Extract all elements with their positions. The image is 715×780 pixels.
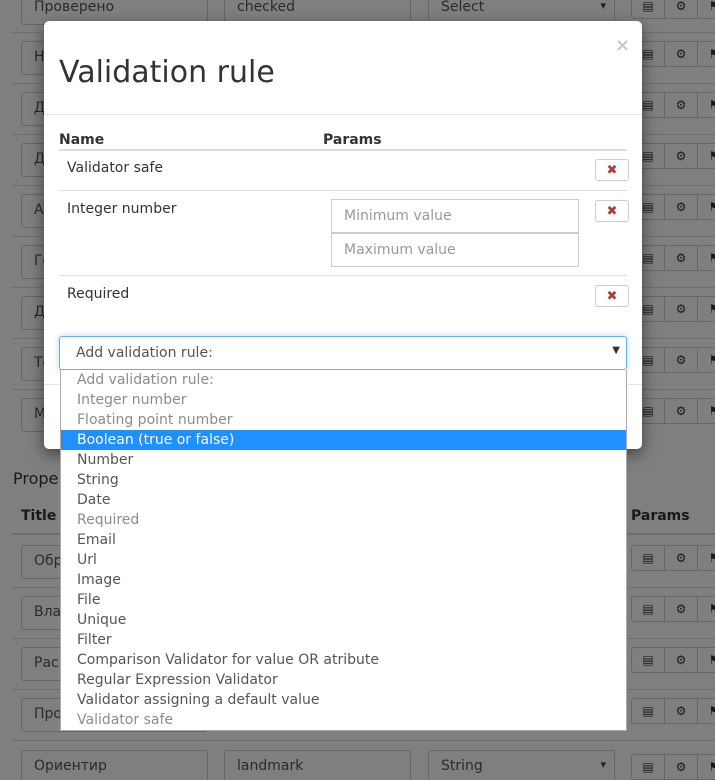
select-option[interactable]: Number xyxy=(61,450,626,470)
add-validation-rule-select[interactable]: Add validation rule: ▼ xyxy=(59,336,627,370)
select-option[interactable]: Date xyxy=(61,490,626,510)
maximum-value-input[interactable] xyxy=(331,233,579,267)
close-icon: ✖ xyxy=(606,203,618,219)
column-params: Params xyxy=(323,132,382,148)
select-option: Floating point number xyxy=(77,412,233,428)
select-option[interactable]: Url xyxy=(61,550,626,570)
rule-name: Integer number xyxy=(67,201,177,217)
modal-title: Validation rule xyxy=(59,55,275,90)
close-icon: ✖ xyxy=(606,288,618,304)
select-option[interactable]: Unique xyxy=(61,610,626,630)
select-option: Required xyxy=(77,512,140,528)
select-option[interactable]: Image xyxy=(61,570,626,590)
select-option[interactable]: Regular Expression Validator xyxy=(61,670,626,690)
select-option[interactable]: String xyxy=(61,470,626,490)
caret-down-icon: ▼ xyxy=(612,345,620,356)
select-option: Integer number xyxy=(77,392,187,408)
modal-header-divider xyxy=(44,114,642,115)
rule-name: Validator safe xyxy=(67,160,163,176)
column-name: Name xyxy=(59,132,105,148)
delete-rule-button[interactable]: ✖ xyxy=(595,285,629,307)
select-option[interactable]: Email xyxy=(61,530,626,550)
validation-rule-options: Add validation rule: Integer number Floati… xyxy=(60,370,627,731)
select-option[interactable]: Filter xyxy=(61,630,626,650)
delete-rule-button[interactable]: ✖ xyxy=(595,159,629,181)
select-option[interactable]: Validator assigning a default value xyxy=(61,690,626,710)
select-option[interactable]: Comparison Validator for value OR atribu… xyxy=(61,650,626,670)
select-option[interactable]: File xyxy=(61,590,626,610)
delete-rule-button[interactable]: ✖ xyxy=(595,200,629,222)
select-value: Add validation rule: xyxy=(76,345,213,361)
table-header-divider xyxy=(59,149,627,151)
minimum-value-input[interactable] xyxy=(331,199,579,233)
close-icon: ✖ xyxy=(606,162,618,178)
select-option: Add validation rule: xyxy=(77,372,214,388)
rule-name: Required xyxy=(67,286,130,302)
close-icon[interactable]: × xyxy=(615,35,630,56)
table-row-divider xyxy=(59,275,627,276)
select-option[interactable]: Boolean (true or false) xyxy=(61,430,626,450)
select-option: Validator safe xyxy=(77,712,173,728)
table-row-divider xyxy=(59,190,627,191)
